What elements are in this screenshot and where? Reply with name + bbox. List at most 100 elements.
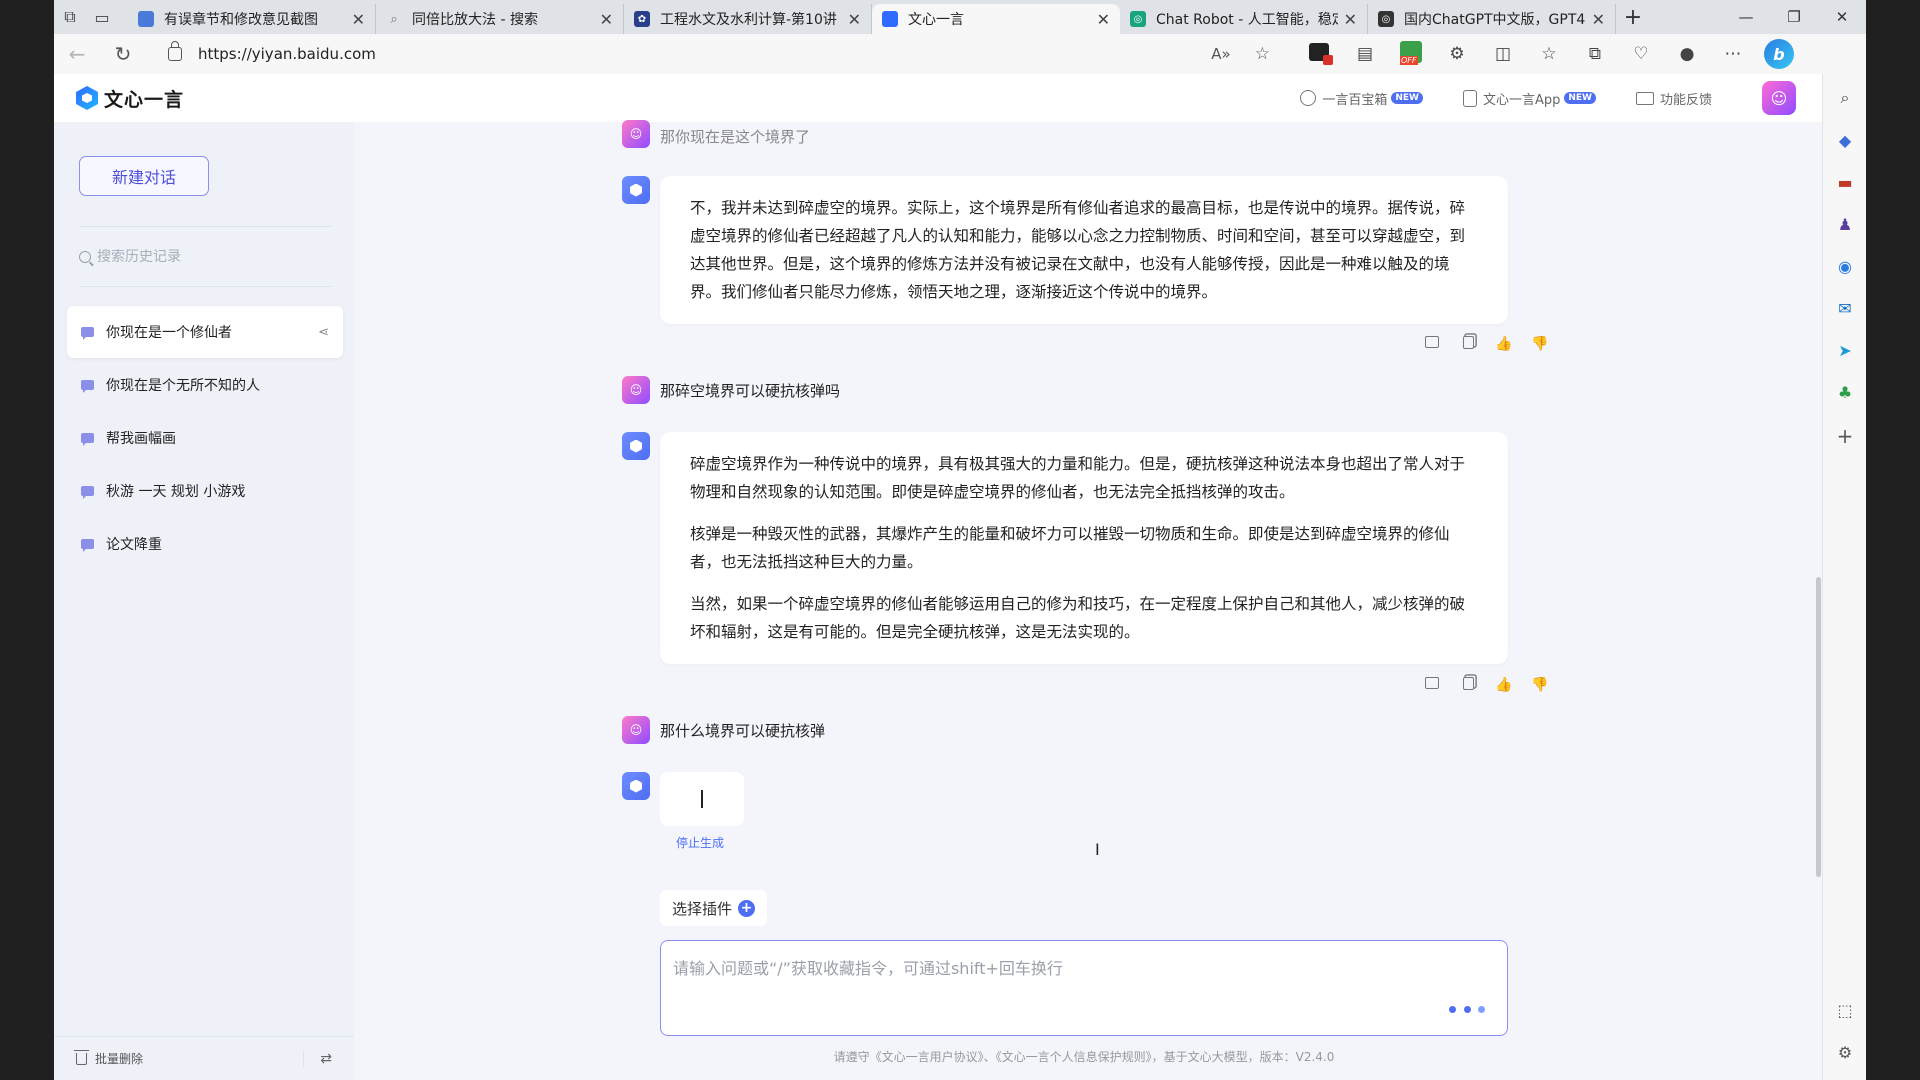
scrollbar[interactable] bbox=[1814, 122, 1822, 1080]
browser-tab[interactable]: ⌕ 同倍比放大法 - 搜索 ✕ bbox=[376, 4, 624, 34]
mouse-cursor: I bbox=[1095, 840, 1100, 859]
extension-icon[interactable] bbox=[1296, 42, 1342, 66]
more-icon[interactable]: ⋯ bbox=[1710, 44, 1756, 64]
browser-essentials-icon[interactable]: ♡ bbox=[1618, 44, 1664, 64]
games-icon[interactable]: ♟ bbox=[1835, 214, 1855, 234]
copy-icon[interactable] bbox=[1450, 336, 1486, 353]
image-icon[interactable] bbox=[1414, 677, 1450, 694]
reading-icon[interactable]: ▤ bbox=[1342, 44, 1388, 64]
extension-off-icon[interactable] bbox=[1388, 40, 1434, 68]
refresh-icon[interactable]: ↻ bbox=[100, 42, 146, 66]
history-item[interactable]: 你现在是一个修仙者 ⋖ bbox=[67, 306, 343, 358]
close-tab-icon[interactable]: ✕ bbox=[1344, 10, 1357, 29]
chat-bubble-icon bbox=[81, 486, 94, 499]
bing-chat-icon[interactable]: b bbox=[1756, 39, 1802, 69]
stop-generating-button[interactable]: 停止生成 bbox=[676, 834, 724, 851]
search-icon[interactable]: ⌕ bbox=[1835, 88, 1855, 108]
batch-delete-button[interactable]: 批量删除 bbox=[95, 1050, 143, 1067]
share-icon[interactable]: ⋖ bbox=[318, 325, 329, 340]
copy-icon[interactable] bbox=[1450, 677, 1486, 694]
thumbs-up-icon[interactable]: 👍 bbox=[1486, 677, 1522, 694]
workspaces-icon[interactable]: ⧉ bbox=[54, 0, 86, 34]
history-search-input[interactable] bbox=[97, 249, 317, 265]
chat-input-box[interactable] bbox=[660, 940, 1508, 1036]
close-tab-icon[interactable]: ✕ bbox=[1592, 10, 1605, 29]
chatgpt-icon: ◎ bbox=[1378, 11, 1394, 27]
user-avatar[interactable]: ☺ bbox=[1762, 81, 1796, 115]
collections-icon[interactable]: ⧉ bbox=[1572, 44, 1618, 64]
favorites-icon[interactable]: ☆ bbox=[1526, 44, 1572, 64]
edge-sidebar: ⌕ ◆ ▬ ♟ ◉ ✉ ➤ ♣ + ⬚ ⚙ bbox=[1822, 74, 1866, 1080]
tab-actions-icon[interactable]: ▭ bbox=[86, 0, 118, 34]
wenxin-icon bbox=[882, 11, 898, 27]
lock-icon bbox=[168, 41, 182, 61]
new-chat-button[interactable]: 新建对话 bbox=[79, 156, 209, 196]
user-avatar-icon: ☺ bbox=[622, 716, 650, 744]
chat-input[interactable] bbox=[673, 953, 1433, 983]
close-tab-icon[interactable]: ✕ bbox=[848, 10, 861, 29]
browser-tab-bar: ⧉ ▭ 有误章节和修改意见截图 ✕ ⌕ 同倍比放大法 - 搜索 ✕ ✿ 工程水文及水… bbox=[54, 0, 1866, 34]
outlook-icon[interactable]: ✉ bbox=[1835, 298, 1855, 318]
history-item[interactable]: 你现在是个无所不知的人 bbox=[67, 359, 343, 411]
settings-icon[interactable]: ⚙ bbox=[1835, 1042, 1855, 1062]
telegram-icon[interactable]: ➤ bbox=[1835, 340, 1855, 360]
screenshot-icon[interactable]: ⬚ bbox=[1835, 1000, 1855, 1020]
chat-bubble-icon bbox=[81, 433, 94, 446]
close-tab-icon[interactable]: ✕ bbox=[352, 10, 365, 29]
browser-tab-active[interactable]: 文心一言 ✕ bbox=[872, 4, 1120, 34]
toolbox-link[interactable]: 一言百宝箱 NEW bbox=[1300, 89, 1423, 108]
browser-tab[interactable]: ◎ 国内ChatGPT中文版，GPT4无限✕ bbox=[1368, 4, 1616, 34]
text-cursor bbox=[701, 790, 703, 808]
tree-icon[interactable]: ♣ bbox=[1835, 382, 1855, 402]
message-actions: 👍 👎 bbox=[1414, 677, 1558, 694]
brand-name: 文心一言 bbox=[104, 88, 185, 111]
plus-icon: + bbox=[738, 899, 756, 917]
history-item[interactable]: 帮我画幅画 bbox=[67, 412, 343, 464]
browser-tab[interactable]: 有误章节和修改意见截图 ✕ bbox=[128, 4, 376, 34]
close-tab-icon[interactable]: ✕ bbox=[1097, 10, 1110, 29]
thumbs-up-icon[interactable]: 👍 bbox=[1486, 336, 1522, 353]
web-page: 文心一言 一言百宝箱 NEW 文心一言App NEW 功能反馈 ☺ 新建对话 搜… bbox=[54, 74, 1822, 1080]
close-tab-icon[interactable]: ✕ bbox=[600, 10, 613, 29]
profile-icon[interactable]: ● bbox=[1664, 44, 1710, 64]
image-icon[interactable] bbox=[1414, 336, 1450, 353]
toolbox-icon[interactable]: ▬ bbox=[1835, 172, 1855, 192]
bot-avatar-icon bbox=[622, 176, 650, 204]
minimize-icon[interactable]: — bbox=[1722, 0, 1770, 34]
chat-bubble-icon bbox=[81, 539, 94, 552]
favorite-star-icon[interactable]: ☆ bbox=[1255, 44, 1270, 64]
split-screen-icon[interactable]: ◫ bbox=[1480, 44, 1526, 64]
browser-tab[interactable]: ◎ Chat Robot - 人工智能，稳定高✕ bbox=[1120, 4, 1368, 34]
restore-icon[interactable]: ❐ bbox=[1770, 0, 1818, 34]
history-item[interactable]: 秋游 一天 规划 小游戏 bbox=[67, 465, 343, 517]
swap-icon[interactable]: ⇄ bbox=[303, 1050, 332, 1067]
back-icon[interactable]: ← bbox=[54, 42, 100, 66]
close-window-icon[interactable]: ✕ bbox=[1818, 0, 1866, 34]
sidebar: 新建对话 你现在是一个修仙者 ⋖ 你现在是个无所不知的人 帮我画幅画 秋游 一天… bbox=[54, 122, 354, 1080]
browser-tab[interactable]: ✿ 工程水文及水利计算-第10讲 - E ✕ bbox=[624, 4, 872, 34]
lightbulb-icon bbox=[1300, 90, 1317, 106]
trash-icon bbox=[74, 1049, 89, 1065]
thumbs-down-icon[interactable]: 👎 bbox=[1522, 677, 1558, 694]
office-icon[interactable]: ◉ bbox=[1835, 256, 1855, 276]
read-aloud-icon[interactable]: A» bbox=[1211, 45, 1230, 63]
user-message: 那你现在是这个境界了 bbox=[660, 128, 811, 146]
app-link[interactable]: 文心一言App NEW bbox=[1462, 89, 1596, 108]
tag-icon[interactable]: ◆ bbox=[1835, 130, 1855, 150]
add-icon[interactable]: + bbox=[1835, 424, 1855, 448]
chat-bubble-icon bbox=[81, 380, 94, 393]
history-search[interactable] bbox=[79, 242, 331, 272]
url-field[interactable]: https://yiyan.baidu.com A» ☆ bbox=[154, 38, 1284, 70]
scrollbar-thumb[interactable] bbox=[1816, 577, 1821, 877]
extensions-icon[interactable]: ⚙ bbox=[1434, 44, 1480, 64]
new-tab-icon[interactable]: + bbox=[1616, 4, 1650, 34]
search-icon: ⌕ bbox=[390, 11, 398, 27]
send-icon[interactable] bbox=[1449, 1003, 1485, 1015]
search-icon bbox=[79, 251, 91, 263]
sidebar-footer: 批量删除 ⇄ bbox=[54, 1036, 354, 1080]
thumbs-down-icon[interactable]: 👎 bbox=[1522, 336, 1558, 353]
select-plugin-button[interactable]: 选择插件 + bbox=[660, 890, 768, 926]
feedback-link[interactable]: 功能反馈 bbox=[1635, 89, 1712, 108]
chat-area: ☺ 那你现在是这个境界了 不，我并未达到碎虚空的境界。实际上，这个境界是所有修仙… bbox=[354, 120, 1822, 1080]
history-item[interactable]: 论文降重 bbox=[67, 518, 343, 570]
